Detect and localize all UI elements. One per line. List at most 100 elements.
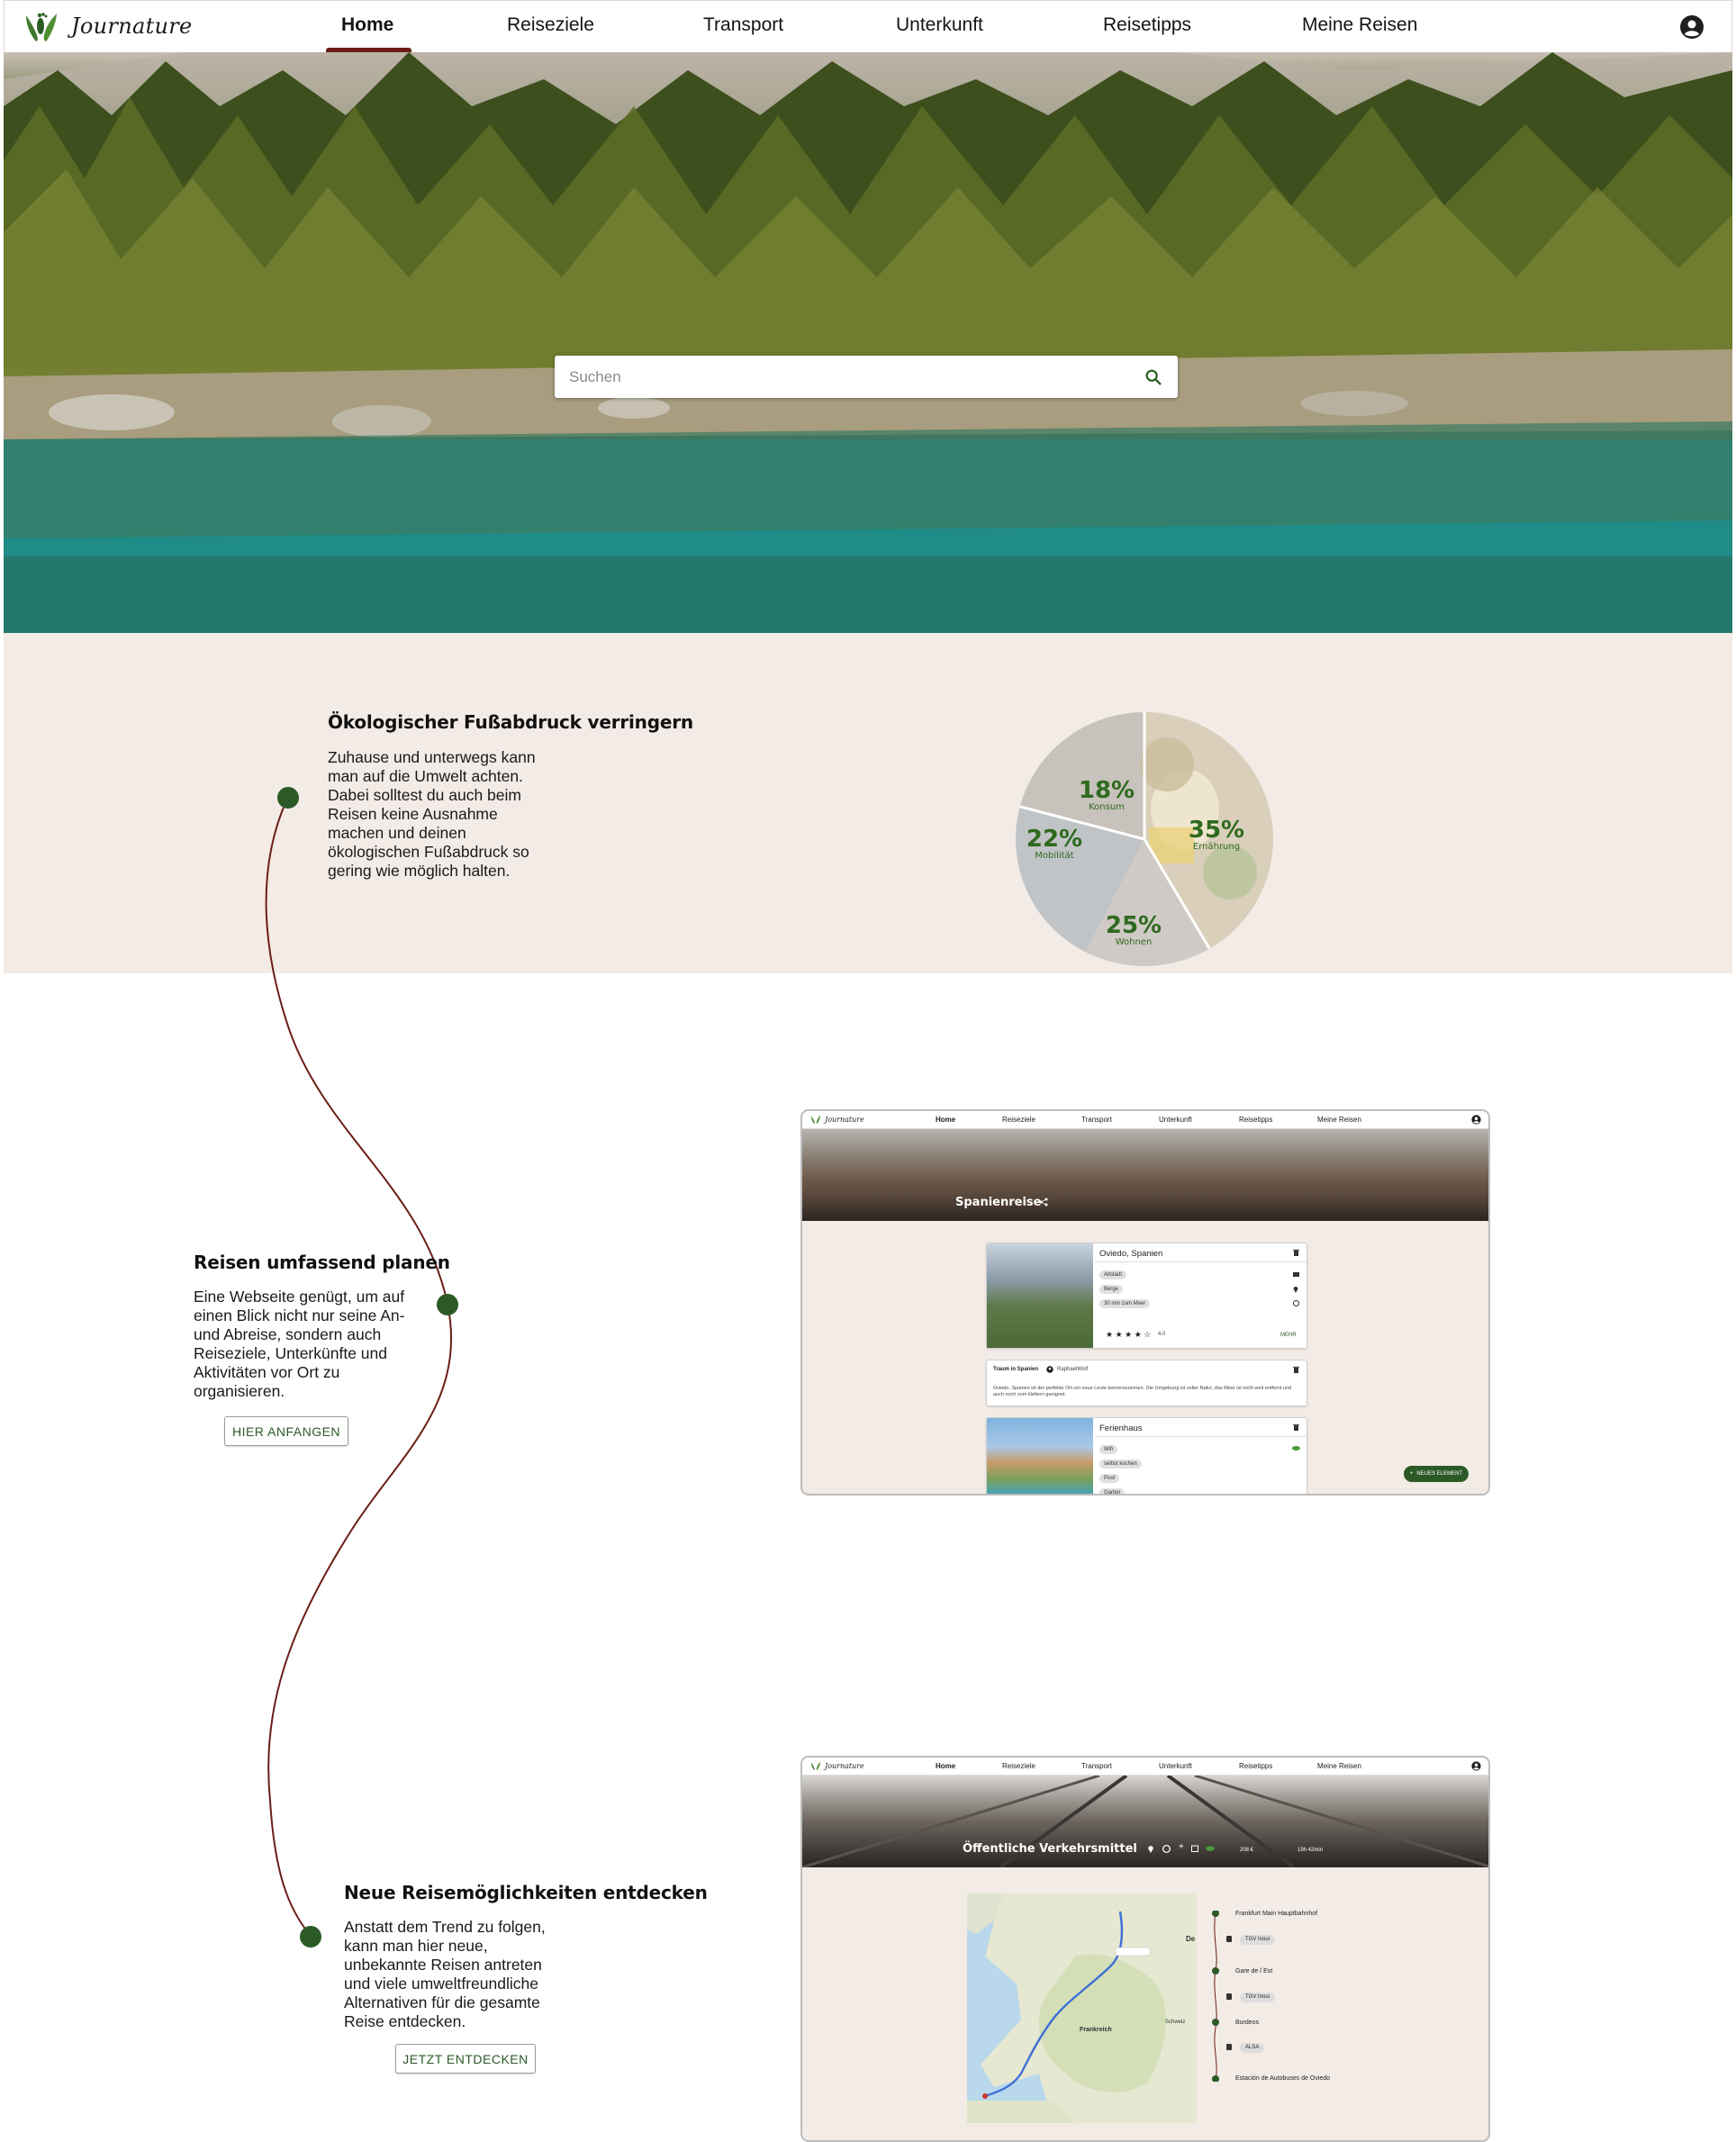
timeline-dot-3 xyxy=(300,1926,321,1948)
pie-slice-mobilitaet: 22% Mobilität xyxy=(1026,826,1083,861)
preview-account-icon xyxy=(1471,1761,1481,1771)
section1-title: Ökologischer Fußabdruck verringern xyxy=(328,711,693,733)
place-card[interactable]: Oviedo, Spanien Altstadt Berge 30 min zu… xyxy=(986,1243,1307,1349)
trip-duration: 19h 42min xyxy=(1297,1848,1324,1853)
preview-nav-meine-reisen: Meine Reisen xyxy=(1317,1762,1361,1770)
search-input[interactable] xyxy=(569,367,1144,386)
note-card[interactable]: Traum in Spanien RaphaelWolf Oviedo, Spa… xyxy=(986,1360,1307,1406)
footprint-section-background xyxy=(4,633,1732,973)
add-icon: + xyxy=(1179,1842,1184,1852)
section2-text: Eine Webseite genügt, um auf einen Blick… xyxy=(194,1288,405,1400)
preview-brand: Journature xyxy=(809,1760,864,1771)
footprint-pie-chart: 18% Konsum 35% Ernährung 25% Wohnen 22% … xyxy=(1014,710,1275,968)
delete-icon[interactable] xyxy=(1293,1423,1299,1431)
delete-icon[interactable] xyxy=(1293,1249,1299,1256)
map-label-de: De xyxy=(1186,1935,1196,1943)
route-stop: Gare de l´Est xyxy=(1235,1968,1273,1975)
preview-nav-reiseziele: Reiseziele xyxy=(1002,1116,1035,1124)
route-train-chip: TGV Inoui xyxy=(1240,1993,1276,2002)
calendar-icon xyxy=(1191,1845,1198,1852)
train-icon xyxy=(1226,1993,1232,2000)
preview-nav: Journature Home Reiseziele Transport Unt… xyxy=(802,1758,1488,1776)
section3-text: Anstatt dem Trend zu folgen, kann man hi… xyxy=(344,1918,546,2030)
nav-transport[interactable]: Transport xyxy=(703,14,783,36)
preview-logo-icon xyxy=(810,1761,821,1771)
share-icon xyxy=(1039,1198,1048,1207)
start-planning-button[interactable]: HIER ANFANGEN xyxy=(224,1416,348,1446)
footprint-leaf-logo-icon xyxy=(26,13,57,41)
place-chip: 30 min zum Meer xyxy=(1099,1299,1151,1308)
place-image xyxy=(987,1243,1093,1348)
nav-reiseziele[interactable]: Reiseziele xyxy=(507,14,594,36)
route-bus-chip: ALSA xyxy=(1240,2043,1265,2053)
hero-image xyxy=(4,52,1732,633)
route-stop: Estación de Autobuses de Oviedo xyxy=(1235,2075,1331,2082)
eco-cloud-icon xyxy=(1206,1846,1215,1851)
accommodation-title: Ferienhaus xyxy=(1099,1423,1143,1433)
trip-price: 208 € xyxy=(1240,1848,1254,1853)
globe-icon xyxy=(1162,1845,1171,1853)
top-navigation: Journature Home Reiseziele Transport Unt… xyxy=(4,0,1732,53)
trip-planner-preview[interactable]: Journature Home Reiseziele Transport Unt… xyxy=(800,1109,1490,1496)
location-pin-icon xyxy=(1293,1287,1298,1293)
comment-icon xyxy=(1293,1272,1299,1277)
nav-reisetipps[interactable]: Reisetipps xyxy=(1103,14,1191,36)
preview-nav-reisetipps: Reisetipps xyxy=(1239,1116,1273,1124)
public-transport-preview[interactable]: Journature Home Reiseziele Transport Unt… xyxy=(800,1756,1490,2142)
map-graphic xyxy=(967,1893,1197,2123)
preview-account-icon xyxy=(1471,1115,1481,1125)
route-train-chip: TGV Inoui xyxy=(1240,1935,1276,1945)
eco-cloud-icon xyxy=(1292,1446,1300,1451)
nav-unterkunft[interactable]: Unterkunft xyxy=(896,14,983,36)
bus-icon xyxy=(1226,2044,1232,2050)
rating-value: 4.0 xyxy=(1158,1332,1166,1337)
pie-slice-konsum: 18% Konsum xyxy=(1078,777,1135,812)
train-icon xyxy=(1226,1936,1232,1942)
preview-nav-transport: Transport xyxy=(1081,1762,1112,1770)
globe-icon xyxy=(1293,1300,1299,1306)
route-map[interactable]: Frankreich Schweiz De xyxy=(967,1893,1197,2123)
section2-title: Reisen umfassend planen xyxy=(194,1252,450,1273)
note-text: Oviedo, Spanien ist der perfekte Ort um … xyxy=(993,1386,1292,1397)
preview-nav-unterkunft: Unterkunft xyxy=(1159,1762,1192,1770)
preview-nav-reisetipps: Reisetipps xyxy=(1239,1762,1273,1770)
preview-nav-home: Home xyxy=(936,1762,956,1770)
preview-nav-transport: Transport xyxy=(1081,1116,1112,1124)
preview-trip-title: Spanienreise xyxy=(955,1196,1042,1209)
account-icon[interactable] xyxy=(1679,14,1704,40)
preview-nav-reiseziele: Reiseziele xyxy=(1002,1762,1035,1770)
section1-text: Zuhause und unterwegs kann man auf die U… xyxy=(328,748,536,880)
accommodation-card[interactable]: Ferienhaus Wifi selbst kochen Pool Garte… xyxy=(986,1417,1307,1494)
map-label-schweiz: Schweiz xyxy=(1165,2020,1186,2025)
more-link[interactable]: MEHR xyxy=(1280,1333,1297,1338)
place-chip: Berge xyxy=(1099,1285,1124,1294)
section3-title: Neue Reisemöglichkeiten entdecken xyxy=(344,1882,708,1903)
search-icon[interactable] xyxy=(1144,367,1163,387)
route-stop: Frankfurt Main Hauptbahnhof xyxy=(1235,1911,1318,1917)
map-label-frankreich: Frankreich xyxy=(1080,2027,1112,2033)
timeline-dot-1 xyxy=(277,787,299,809)
place-title: Oviedo, Spanien xyxy=(1099,1249,1163,1259)
star-rating-icon: ★ ★ ★ ★ ☆ xyxy=(1106,1330,1152,1339)
nav-meine-reisen[interactable]: Meine Reisen xyxy=(1302,14,1417,36)
pie-slice-ernaehrung: 35% Ernährung xyxy=(1188,817,1245,852)
preview-brand: Journature xyxy=(809,1114,864,1125)
preview-transport-title: Öffentliche Verkehrsmittel xyxy=(963,1842,1137,1856)
discover-now-button[interactable]: JETZT ENTDECKEN xyxy=(395,2044,536,2074)
forest-lake-illustration xyxy=(4,52,1732,633)
preview-nav: Journature Home Reiseziele Transport Unt… xyxy=(802,1111,1488,1129)
nav-home[interactable]: Home xyxy=(341,14,393,36)
accommodation-chip: Wifi xyxy=(1099,1445,1117,1454)
place-chip: Altstadt xyxy=(1099,1270,1127,1279)
rail-tracks-graphic xyxy=(802,1776,1488,1867)
preview-nav-unterkunft: Unterkunft xyxy=(1159,1116,1192,1124)
new-element-button[interactable]: + NEUES ELEMENT xyxy=(1404,1466,1469,1482)
delete-icon[interactable] xyxy=(1293,1366,1299,1373)
timeline-dot-2 xyxy=(437,1294,458,1315)
brand-name: Journature xyxy=(71,14,193,39)
accommodation-chip: Garten xyxy=(1099,1488,1126,1494)
preview-railway-hero: Öffentliche Verkehrsmittel + 208 € 19h 4… xyxy=(802,1776,1488,1867)
note-author: RaphaelWolf xyxy=(1057,1367,1089,1372)
brand-logo[interactable]: Journature xyxy=(21,8,193,44)
preview-logo-icon xyxy=(810,1115,821,1125)
